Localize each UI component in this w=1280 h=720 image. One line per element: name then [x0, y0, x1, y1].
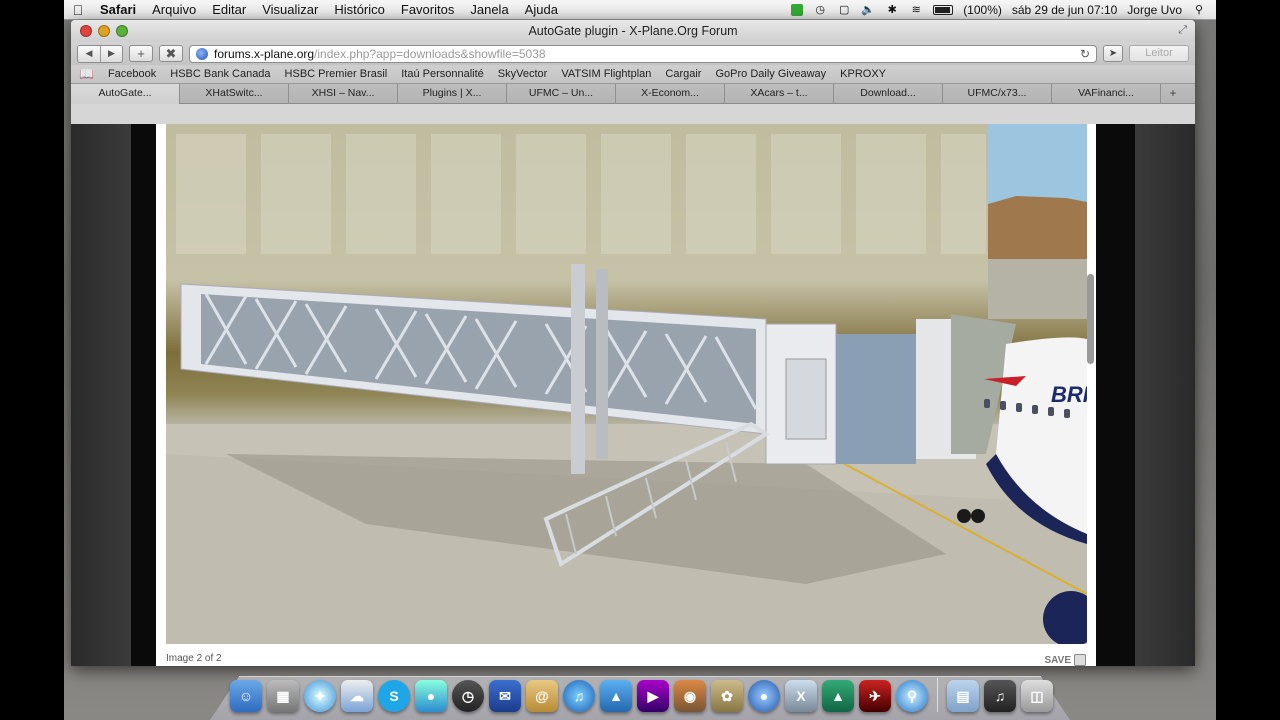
page-content: BRI Image 2 of 2 SAVE: [71, 124, 1195, 666]
new-tab-icon[interactable]: +: [1161, 84, 1185, 104]
menu-favoritos[interactable]: Favoritos: [393, 2, 462, 17]
save-button[interactable]: SAVE: [1044, 654, 1086, 666]
window-title: AutoGate plugin - X-Plane.Org Forum: [528, 24, 738, 38]
add-bookmark-icon[interactable]: +: [129, 45, 153, 62]
reading-list-icon[interactable]: 📖: [79, 67, 94, 81]
fullscreen-icon[interactable]: ⤢: [1178, 24, 1187, 37]
user-name[interactable]: Jorge Uvo: [1127, 3, 1182, 17]
status-app-icon[interactable]: [791, 3, 804, 16]
stop-icon[interactable]: ✖: [159, 45, 183, 62]
safari-icon[interactable]: ✦: [304, 680, 336, 712]
browser-icon[interactable]: ⚲: [896, 680, 928, 712]
page-background-right: [1135, 124, 1195, 666]
status-area: ◷ ▢ 🔈 ✱ ≋ (100%) sáb 29 de jun 07:10 Jor…: [791, 3, 1216, 17]
bookmark-item[interactable]: HSBC Premier Brasil: [285, 68, 388, 80]
url-host: forums.x-plane.org: [214, 46, 315, 61]
tab-vafinanci[interactable]: VAFinanci...: [1052, 84, 1161, 104]
x11-icon[interactable]: X: [785, 680, 817, 712]
menu-historico[interactable]: Histórico: [326, 2, 393, 17]
jetway-scene: BRI: [166, 124, 1087, 644]
bookmark-item[interactable]: Cargair: [665, 68, 701, 80]
menu-bar:  Safari Arquivo Editar Visualizar Histó…: [64, 0, 1216, 20]
bookmark-item[interactable]: GoPro Daily Giveaway: [715, 68, 826, 80]
battery-percent: (100%): [963, 2, 1002, 17]
bluetooth-icon[interactable]: ✱: [885, 4, 899, 16]
tab-ufmc-x73[interactable]: UFMC/x73...: [943, 84, 1052, 104]
forward-icon[interactable]: ▶: [100, 45, 122, 62]
save-icon: [1074, 654, 1086, 666]
google-earth-icon[interactable]: ●: [748, 680, 780, 712]
mail-icon[interactable]: ✉: [489, 680, 521, 712]
photos-icon[interactable]: ◉: [674, 680, 706, 712]
menu-editar[interactable]: Editar: [204, 2, 254, 17]
people-icon[interactable]: ●: [415, 680, 447, 712]
tab-xacars[interactable]: XAcars – t...: [725, 84, 834, 104]
save-label: SAVE: [1044, 654, 1072, 666]
skype-icon[interactable]: S: [378, 680, 410, 712]
reload-icon[interactable]: ↻: [1080, 47, 1090, 61]
safari-window: AutoGate plugin - X-Plane.Org Forum ⤢ ◀ …: [71, 20, 1195, 666]
tab-download[interactable]: Download...: [834, 84, 943, 104]
gimp-icon[interactable]: ✿: [711, 680, 743, 712]
tab-plugins[interactable]: Plugins | X...: [398, 84, 507, 104]
share-icon[interactable]: ➤: [1103, 45, 1123, 62]
music-icon[interactable]: ♫: [984, 680, 1016, 712]
apple-icon[interactable]: : [64, 2, 92, 18]
x-plane-icon[interactable]: ▲: [822, 680, 854, 712]
bookmarks-bar: 📖 Facebook HSBC Bank Canada HSBC Premier…: [71, 65, 1195, 84]
bookmark-item[interactable]: HSBC Bank Canada: [170, 68, 270, 80]
tab-autogate[interactable]: AutoGate...: [71, 84, 180, 104]
reader-button[interactable]: Leitor: [1129, 45, 1189, 62]
menu-ajuda[interactable]: Ajuda: [517, 2, 566, 17]
spotlight-icon[interactable]: ⚲: [1192, 4, 1206, 16]
dock-icons: ☺ ▦ ✦ ☁ S ● ◷ ✉ @ ♫ ▲ ▶ ◉ ✿ ● X ▲ ✈ ⚲ ▤ …: [230, 672, 1053, 712]
page-background-left: [71, 124, 131, 666]
scrollbar[interactable]: [1087, 274, 1094, 364]
dock-separator: [937, 678, 938, 712]
imovie-icon[interactable]: ▶: [637, 680, 669, 712]
tab-xhatswitch[interactable]: XHatSwitc...: [180, 84, 289, 104]
wifi-icon[interactable]: ≋: [909, 4, 923, 16]
toolbar: ◀ ▶ + ✖ forums.x-plane.org /index.php?ap…: [71, 42, 1195, 65]
itunes-icon[interactable]: ♫: [563, 680, 595, 712]
title-bar: AutoGate plugin - X-Plane.Org Forum ⤢: [71, 20, 1195, 42]
menu-app[interactable]: Safari: [92, 2, 144, 17]
menu-arquivo[interactable]: Arquivo: [144, 2, 204, 17]
finder-icon[interactable]: ☺: [230, 680, 262, 712]
nav-buttons: ◀ ▶: [77, 44, 123, 63]
tab-x-econom[interactable]: X-Econom...: [616, 84, 725, 104]
display-icon[interactable]: ▢: [837, 4, 851, 16]
cloud-icon[interactable]: ☁: [341, 680, 373, 712]
folder-icon[interactable]: ▤: [947, 680, 979, 712]
image-caption: Image 2 of 2: [166, 653, 222, 664]
url-path: /index.php?app=downloads&showfile=5038: [314, 46, 546, 61]
aircraft-livery-text: BRI: [1051, 382, 1087, 407]
image-lightbox: BRI Image 2 of 2 SAVE: [156, 124, 1096, 666]
trash-icon[interactable]: ◫: [1021, 680, 1053, 712]
bookmark-item[interactable]: VATSIM Flightplan: [561, 68, 651, 80]
contacts-icon[interactable]: @: [526, 680, 558, 712]
screen:  Safari Arquivo Editar Visualizar Histó…: [64, 0, 1216, 720]
bookmark-item[interactable]: KPROXY: [840, 68, 886, 80]
xhsi-icon[interactable]: ✈: [859, 680, 891, 712]
screenshot-image[interactable]: BRI: [166, 124, 1087, 644]
tab-xhsi[interactable]: XHSI – Nav...: [289, 84, 398, 104]
time-machine-icon[interactable]: ◷: [452, 680, 484, 712]
back-icon[interactable]: ◀: [78, 46, 100, 62]
address-bar[interactable]: forums.x-plane.org /index.php?app=downlo…: [189, 44, 1097, 63]
bookmark-item[interactable]: Itaú Personnalité: [401, 68, 484, 80]
menu-visualizar[interactable]: Visualizar: [254, 2, 326, 17]
tab-ufmc[interactable]: UFMC – Un...: [507, 84, 616, 104]
bookmark-item[interactable]: Facebook: [108, 68, 156, 80]
clock[interactable]: sáb 29 de jun 07:10: [1012, 3, 1117, 17]
calculator-icon[interactable]: ▦: [267, 680, 299, 712]
site-icon: [196, 47, 208, 60]
volume-icon[interactable]: 🔈: [861, 4, 875, 16]
battery-icon[interactable]: [933, 4, 954, 15]
bookmark-item[interactable]: SkyVector: [498, 68, 548, 80]
tab-bar: AutoGate... XHatSwitc... XHSI – Nav... P…: [71, 84, 1195, 104]
app-icon[interactable]: ▲: [600, 680, 632, 712]
menu-janela[interactable]: Janela: [462, 2, 516, 17]
time-machine-icon[interactable]: ◷: [813, 4, 827, 16]
